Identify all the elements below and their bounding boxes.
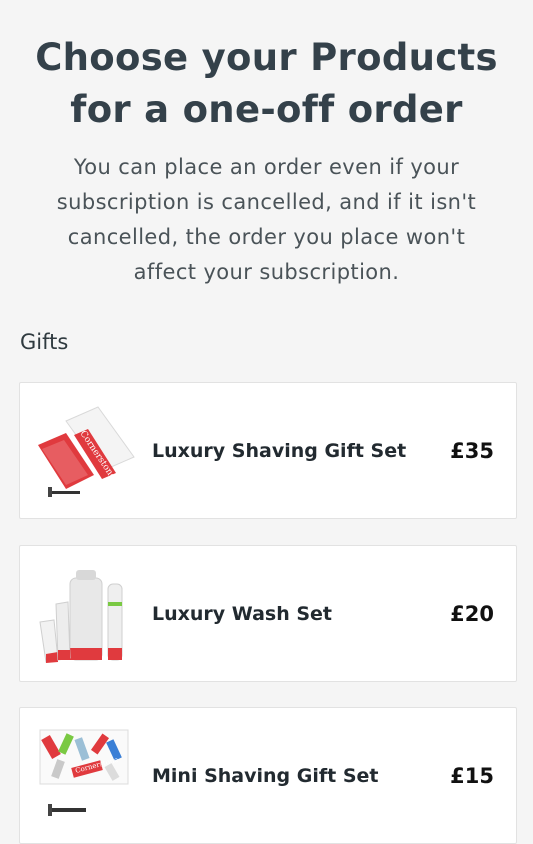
subtitle-line-2: subscription is cancelled, and if it isn…	[56, 190, 477, 214]
subtitle-line-3: cancelled, the order you place won't	[67, 225, 466, 249]
page-title: Choose your Products for a one-off order	[0, 0, 533, 136]
product-image-luxury-shaving-gift-set: Cornerstone	[36, 399, 136, 503]
product-price: £15	[450, 763, 494, 788]
product-image-mini-shaving-gift-set: Cornerstone	[36, 724, 136, 828]
subtitle-line-4: affect your subscription.	[133, 260, 400, 284]
product-name: Luxury Shaving Gift Set	[152, 439, 407, 462]
one-off-order-page: Choose your Products for a one-off order…	[0, 0, 533, 844]
product-price: £35	[450, 438, 494, 463]
gift-box-icon: Cornerstone	[38, 406, 135, 497]
product-name: Luxury Wash Set	[152, 602, 332, 625]
page-title-line-1: Choose your Products	[35, 36, 498, 79]
product-card-luxury-shaving-gift-set[interactable]: Cornerstone Luxury Shaving Gift Set £35	[19, 382, 517, 519]
product-image-luxury-wash-set	[36, 562, 136, 666]
product-card-luxury-wash-set[interactable]: Luxury Wash Set £20	[19, 545, 517, 682]
section-heading-gifts: Gifts	[20, 330, 69, 354]
page-title-line-2: for a one-off order	[70, 88, 463, 131]
wash-bottles-icon	[39, 570, 123, 663]
product-price: £20	[450, 601, 494, 626]
subtitle-line-1: You can place an order even if your	[73, 155, 460, 179]
product-card-mini-shaving-gift-set[interactable]: Cornerstone Mini Shaving Gift Set £15	[19, 707, 517, 844]
page-subtitle: You can place an order even if your subs…	[0, 150, 533, 290]
mini-gift-set-icon: Cornerstone	[39, 729, 129, 816]
product-name: Mini Shaving Gift Set	[152, 764, 379, 787]
